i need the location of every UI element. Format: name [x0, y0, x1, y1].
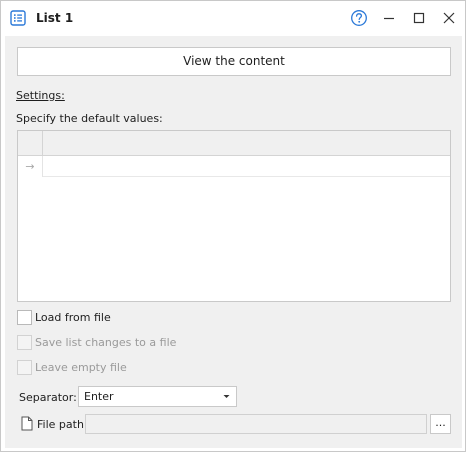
minimize-icon[interactable] — [380, 9, 398, 27]
title-bar[interactable]: List 1 — [1, 1, 465, 35]
leave-empty-file-checkbox[interactable] — [17, 360, 32, 375]
close-icon[interactable] — [440, 9, 458, 27]
new-row-arrow-icon: → — [18, 156, 43, 177]
help-icon[interactable] — [350, 9, 368, 27]
view-content-button[interactable]: View the content — [17, 47, 451, 76]
grid-cell[interactable] — [43, 156, 450, 177]
list-settings-window: List 1 View the content Settings: Specif… — [0, 0, 466, 452]
separator-label: Separator: — [19, 391, 77, 404]
file-icon — [21, 416, 33, 431]
default-values-grid[interactable]: → — [17, 130, 451, 302]
separator-dropdown[interactable]: Enter — [78, 386, 237, 407]
specify-defaults-label: Specify the default values: — [16, 112, 163, 125]
list-icon — [10, 10, 26, 26]
grid-header-corner[interactable] — [18, 131, 43, 156]
chevron-down-icon — [223, 395, 230, 398]
grid-header — [18, 131, 450, 156]
leave-empty-file-label[interactable]: Leave empty file — [35, 361, 127, 374]
separator-value: Enter — [84, 390, 114, 403]
load-from-file-label[interactable]: Load from file — [35, 311, 111, 324]
save-list-changes-label[interactable]: Save list changes to a file — [35, 336, 176, 349]
load-from-file-checkbox[interactable] — [17, 310, 32, 325]
maximize-icon[interactable] — [410, 9, 428, 27]
browse-button[interactable]: ... — [430, 414, 451, 434]
settings-label: Settings: — [16, 89, 65, 102]
window-title: List 1 — [36, 11, 74, 25]
dialog-content: View the content Settings: Specify the d… — [5, 36, 462, 448]
save-list-changes-checkbox[interactable] — [17, 335, 32, 350]
file-path-input[interactable] — [85, 414, 427, 434]
file-path-label: File path — [37, 418, 84, 431]
grid-new-row[interactable]: → — [18, 156, 450, 177]
